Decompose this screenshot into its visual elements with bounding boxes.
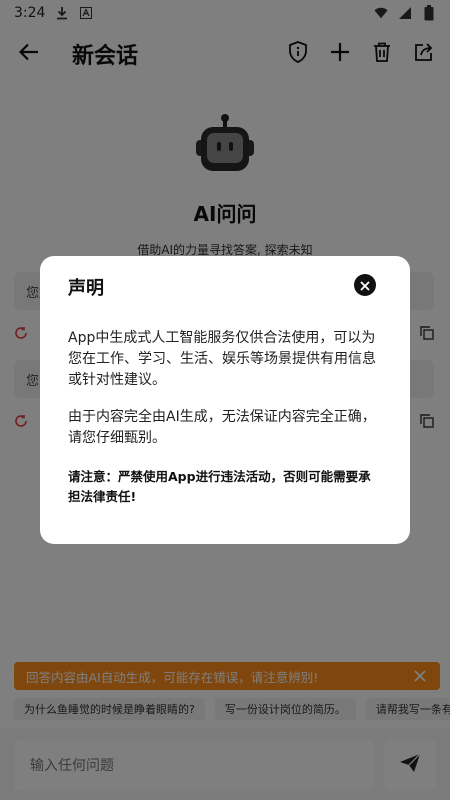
dialog-warning: 请注意：严禁使用App进行违法活动，否则可能需要承担法律责任! bbox=[68, 469, 371, 504]
dialog-paragraph-2: 由于内容完全由AI生成，无法保证内容完全正确，请您仔细甄别。 bbox=[68, 409, 376, 446]
dialog-paragraph-1: App中生成式人工智能服务仅供合法使用，可以为您在工作、学习、生活、娱乐等场景提… bbox=[68, 330, 376, 388]
close-dialog-button[interactable] bbox=[354, 274, 376, 296]
close-icon bbox=[360, 276, 370, 295]
disclaimer-dialog: 声明 App中生成式人工智能服务仅供合法使用，可以为您在工作、学习、生活、娱乐等… bbox=[40, 256, 410, 544]
dialog-title: 声明 bbox=[68, 278, 104, 299]
